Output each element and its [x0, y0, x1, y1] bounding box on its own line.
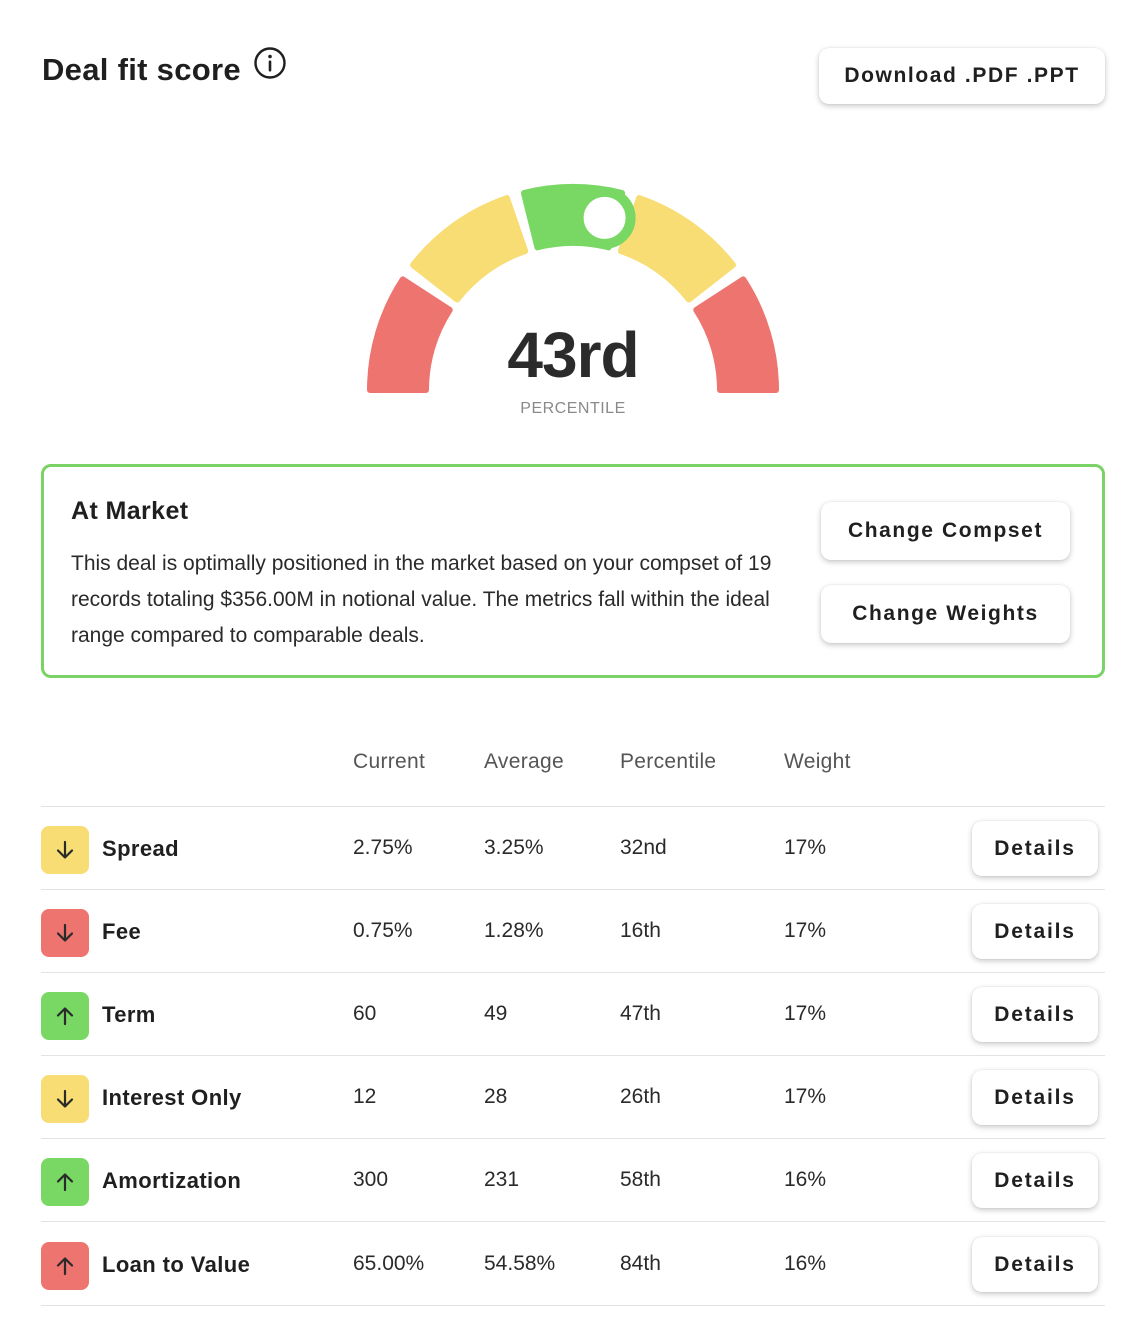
trend-indicator: [41, 1158, 89, 1206]
metric-name: Term: [102, 1002, 156, 1027]
change-compset-button[interactable]: Change Compset: [821, 502, 1070, 560]
metric-average: 1.28%: [484, 919, 544, 942]
metric-weight: 16%: [784, 1252, 827, 1275]
column-header-weight: Weight: [784, 750, 851, 773]
metric-weight: 17%: [784, 836, 827, 859]
details-button-label: Details: [994, 919, 1076, 943]
metric-current: 2.75%: [353, 836, 413, 859]
column-header-current: Current: [353, 750, 426, 773]
details-button[interactable]: Details: [972, 1237, 1098, 1292]
percentile-score: 43rd: [507, 319, 639, 391]
change-compset-label: Change Compset: [847, 519, 1044, 542]
details-button[interactable]: Details: [972, 821, 1098, 876]
metric-current: 65.00%: [353, 1252, 425, 1275]
change-weights-label: Change Weights: [852, 602, 1039, 625]
trend-indicator: [41, 992, 89, 1040]
trend-indicator: [41, 909, 89, 957]
table-row: Term 60 49 47th 17% Details: [41, 973, 1105, 1056]
trend-indicator: [41, 826, 89, 874]
table-row: Loan to Value 65.00% 54.58% 84th 16% Details: [41, 1223, 1105, 1306]
arrow-up-icon: [56, 1007, 74, 1026]
details-button[interactable]: Details: [972, 904, 1098, 959]
table-row: Interest Only 12 28 26th 17% Details: [41, 1056, 1105, 1139]
change-weights-button[interactable]: Change Weights: [821, 585, 1070, 643]
arrow-down-icon: [56, 1089, 74, 1108]
metric-weight: 17%: [784, 919, 827, 942]
metric-name: Fee: [102, 919, 142, 944]
column-header-average: Average: [484, 750, 564, 773]
metric-weight: 17%: [784, 1085, 827, 1108]
gauge-segment: [410, 195, 529, 303]
details-button[interactable]: Details: [972, 1070, 1098, 1125]
metric-name: Loan to Value: [102, 1252, 251, 1277]
details-button-label: Details: [994, 1252, 1076, 1276]
gauge-segment: [617, 195, 736, 303]
metric-average: 231: [484, 1168, 520, 1191]
metric-average: 49: [484, 1002, 508, 1025]
status-card: At Market This deal is optimally positio…: [41, 464, 1105, 678]
metric-name: Spread: [102, 836, 179, 861]
details-button[interactable]: Details: [972, 987, 1098, 1042]
metric-average: 54.58%: [484, 1252, 556, 1275]
details-button[interactable]: Details: [972, 1153, 1098, 1208]
metric-percentile: 26th: [620, 1085, 661, 1108]
metric-weight: 17%: [784, 1002, 827, 1025]
metric-current: 12: [353, 1085, 377, 1108]
metric-average: 3.25%: [484, 836, 544, 859]
details-button-label: Details: [994, 1085, 1076, 1109]
arrow-down-icon: [56, 840, 74, 859]
arrow-down-icon: [56, 923, 74, 942]
gauge-marker: [573, 186, 636, 249]
trend-indicator: [41, 1242, 89, 1290]
table-row: Spread 2.75% 3.25% 32nd 17% Details: [41, 807, 1105, 890]
metric-name: Amortization: [102, 1168, 242, 1193]
metric-name: Interest Only: [102, 1085, 242, 1110]
metric-percentile: 58th: [620, 1168, 661, 1191]
status-description: This deal is optimally positioned in the…: [71, 552, 772, 647]
trend-indicator: [41, 1075, 89, 1123]
metric-percentile: 16th: [620, 919, 661, 942]
table-row: Amortization 300 231 58th 16% Details: [41, 1139, 1105, 1222]
column-header-percentile: Percentile: [620, 750, 717, 773]
metric-percentile: 47th: [620, 1002, 661, 1025]
details-button-label: Details: [994, 836, 1076, 860]
details-button-label: Details: [994, 1002, 1076, 1026]
table-row: Fee 0.75% 1.28% 16th 17% Details: [41, 890, 1105, 973]
metric-percentile: 32nd: [620, 836, 667, 859]
metric-weight: 16%: [784, 1168, 827, 1191]
arrow-up-icon: [56, 1257, 74, 1276]
metric-current: 0.75%: [353, 919, 413, 942]
percentile-label: PERCENTILE: [520, 400, 626, 417]
details-button-label: Details: [994, 1168, 1076, 1192]
status-title: At Market: [71, 497, 189, 525]
metric-current: 60: [353, 1002, 377, 1025]
metric-current: 300: [353, 1168, 389, 1191]
arrow-up-icon: [56, 1173, 74, 1192]
metric-average: 28: [484, 1085, 508, 1108]
metric-percentile: 84th: [620, 1252, 661, 1275]
